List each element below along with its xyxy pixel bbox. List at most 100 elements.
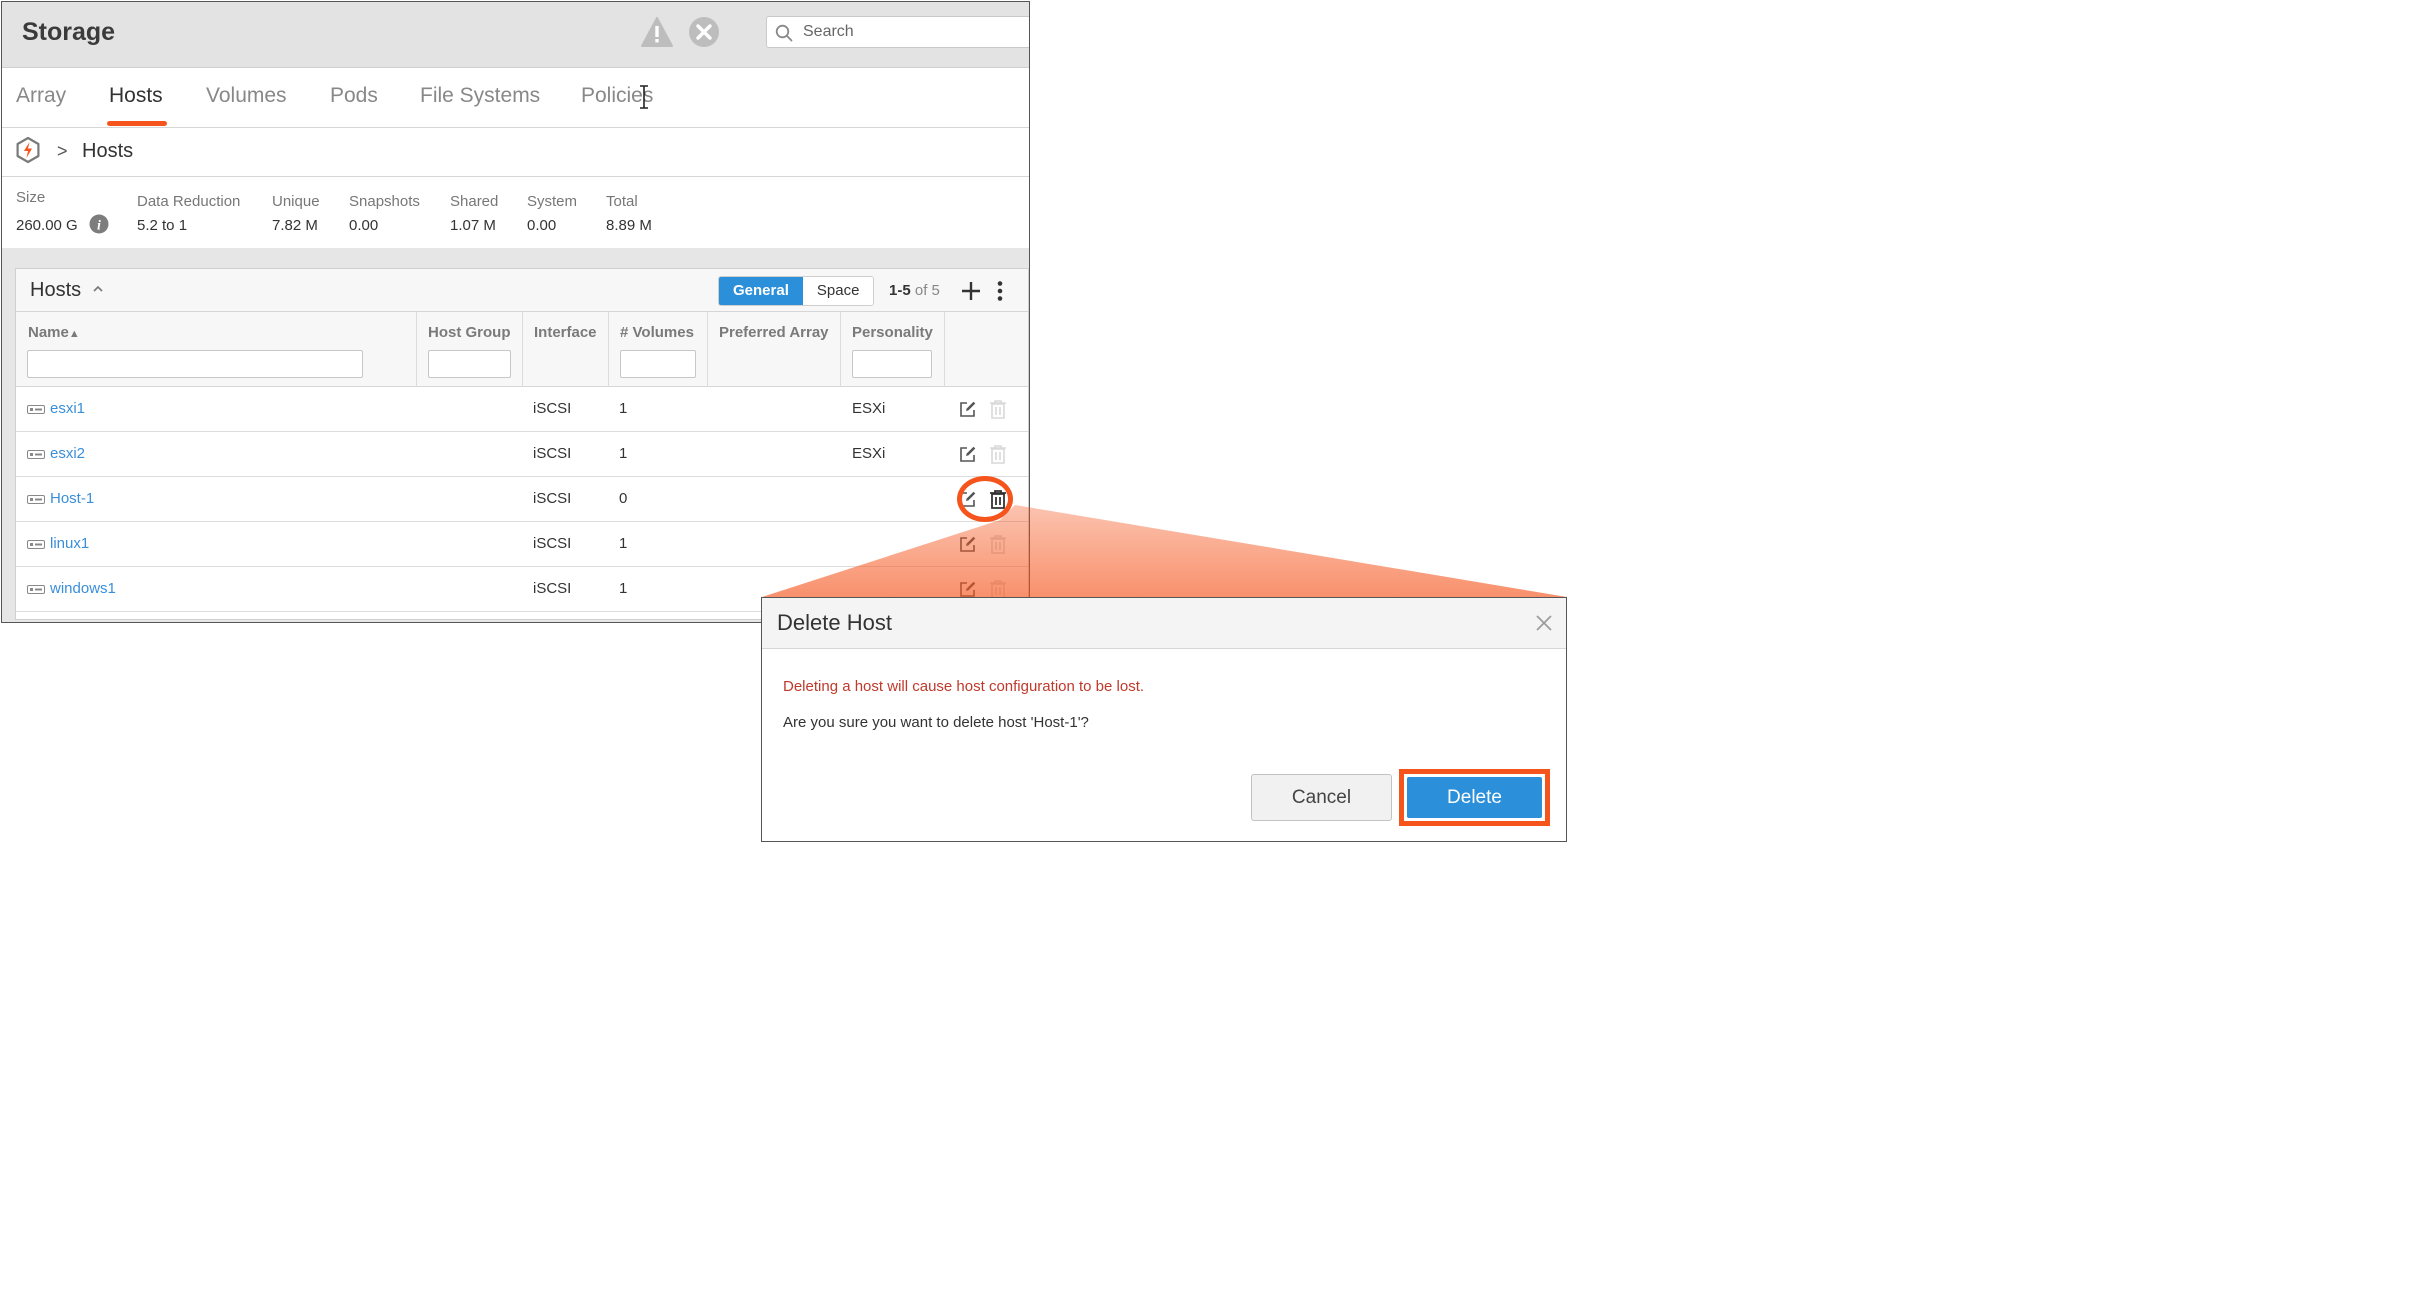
host-interface: iSCSI: [533, 490, 572, 507]
capacity-stats: Size 260.00 G Data Reduction 5.2 to 1 Un…: [2, 177, 1029, 248]
delete-host-dialog: Delete Host Deleting a host will cause h…: [761, 597, 1567, 842]
info-icon[interactable]: i: [89, 214, 109, 234]
host-volumes: 1: [619, 535, 628, 552]
host-icon: [27, 450, 45, 459]
host-name-link[interactable]: esxi1: [50, 400, 85, 417]
host-group-filter-input[interactable]: [428, 350, 511, 378]
chevron-up-icon[interactable]: [92, 283, 104, 295]
stat-size-value: 260.00 G: [16, 217, 78, 234]
text-cursor-icon: [640, 85, 648, 109]
personality-filter-input[interactable]: [852, 350, 932, 378]
svg-text:i: i: [97, 219, 101, 234]
edit-icon[interactable]: [959, 445, 977, 463]
table-header: Name▲ Host Group Interface # Volumes Pre…: [16, 312, 1028, 387]
stat-system-value: 0.00: [527, 217, 557, 234]
name-filter-input[interactable]: [27, 350, 363, 378]
tab-file-systems[interactable]: File Systems: [420, 84, 540, 108]
host-icon: [27, 585, 45, 594]
breadcrumb-current: Hosts: [82, 140, 134, 162]
pagination-info: 1-5 of 5: [889, 282, 940, 299]
general-view-button[interactable]: General: [719, 277, 803, 305]
stat-total-label: Total: [606, 193, 638, 210]
stat-total-value: 8.89 M: [606, 217, 652, 234]
stat-snapshots-label: Snapshots: [349, 193, 420, 210]
stat-unique-value: 7.82 M: [272, 217, 318, 234]
host-name-link[interactable]: windows1: [50, 580, 116, 597]
edit-icon[interactable]: [959, 400, 977, 418]
host-name-link[interactable]: linux1: [50, 535, 89, 552]
host-interface: iSCSI: [533, 580, 572, 597]
column-header-preferred-array[interactable]: Preferred Array: [719, 324, 829, 341]
host-interface: iSCSI: [533, 535, 572, 552]
column-header-volumes[interactable]: # Volumes: [620, 324, 694, 341]
stat-unique-label: Unique: [272, 193, 320, 210]
view-toggle: General Space: [718, 276, 875, 306]
stat-system-label: System: [527, 193, 578, 210]
delete-icon-highlight: [957, 476, 1013, 522]
hosts-panel-title: Hosts: [30, 279, 82, 301]
host-personality: ESXi: [852, 445, 886, 462]
volumes-filter-input[interactable]: [620, 350, 696, 378]
delete-icon[interactable]: [989, 579, 1007, 599]
host-volumes: 1: [619, 400, 628, 417]
close-circle-icon[interactable]: [688, 16, 720, 48]
host-interface: iSCSI: [533, 400, 572, 417]
header-bar: Storage: [2, 2, 1029, 68]
stat-snapshots-value: 0.00: [349, 217, 379, 234]
host-name-link[interactable]: esxi2: [50, 445, 85, 462]
column-header-personality[interactable]: Personality: [852, 324, 933, 341]
tab-bar: Array Hosts Volumes Pods File Systems Po…: [2, 68, 1029, 128]
array-logo-icon[interactable]: [14, 136, 42, 164]
dialog-title: Delete Host: [777, 610, 892, 635]
delete-icon[interactable]: [989, 444, 1007, 464]
pagination-total: of 5: [914, 282, 940, 299]
dialog-header: Delete Host: [762, 598, 1566, 649]
host-icon: [27, 540, 45, 549]
page-title: Storage: [22, 18, 116, 46]
dialog-warning-text: Deleting a host will cause host configur…: [783, 678, 1145, 695]
stat-size-label: Size: [16, 189, 46, 206]
delete-button[interactable]: Delete: [1407, 777, 1542, 818]
edit-icon[interactable]: [959, 580, 977, 598]
column-header-host-group[interactable]: Host Group: [428, 324, 511, 341]
tab-pods[interactable]: Pods: [330, 84, 378, 108]
storage-panel: Storage Array Hosts Volumes Pods File Sy…: [1, 1, 1030, 623]
column-header-interface[interactable]: Interface: [534, 324, 597, 341]
hosts-panel-header: Hosts General Space 1-5 of 5: [16, 269, 1028, 312]
search-input[interactable]: [803, 21, 1023, 43]
column-header-name[interactable]: Name▲: [28, 324, 80, 341]
add-host-icon[interactable]: [960, 280, 982, 302]
delete-icon[interactable]: [989, 399, 1007, 419]
table-row[interactable]: linux1 iSCSI 1: [16, 522, 1028, 567]
tab-volumes[interactable]: Volumes: [206, 84, 287, 108]
host-icon: [27, 495, 45, 504]
host-volumes: 1: [619, 580, 628, 597]
hosts-table-panel: Hosts General Space 1-5 of 5 Name▲ Host …: [15, 268, 1029, 620]
breadcrumb: > Hosts: [2, 128, 1029, 177]
host-volumes: 1: [619, 445, 628, 462]
alert-triangle-icon[interactable]: [640, 16, 674, 48]
close-icon[interactable]: [1535, 614, 1553, 632]
host-personality: ESXi: [852, 400, 886, 417]
cancel-button[interactable]: Cancel: [1251, 774, 1392, 821]
host-volumes: 0: [619, 490, 628, 507]
delete-icon[interactable]: [989, 534, 1007, 554]
dialog-question-text: Are you sure you want to delete host 'Ho…: [783, 714, 1089, 731]
edit-icon[interactable]: [959, 535, 977, 553]
stat-shared-value: 1.07 M: [450, 217, 496, 234]
space-view-button[interactable]: Space: [802, 277, 874, 305]
tab-hosts[interactable]: Hosts: [109, 84, 163, 108]
pagination-range: 1-5: [889, 282, 911, 299]
stat-data-reduction-value: 5.2 to 1: [137, 217, 188, 234]
active-tab-indicator: [107, 121, 167, 126]
host-name-link[interactable]: Host-1: [50, 490, 94, 507]
table-row[interactable]: esxi2 iSCSI 1 ESXi: [16, 432, 1028, 477]
breadcrumb-separator: >: [57, 141, 68, 161]
tab-array[interactable]: Array: [16, 84, 66, 108]
stat-shared-label: Shared: [450, 193, 499, 210]
more-options-icon[interactable]: [994, 280, 1006, 302]
table-row[interactable]: esxi1 iSCSI 1 ESXi: [16, 387, 1028, 432]
search-box[interactable]: [766, 16, 1029, 48]
table-row[interactable]: Host-1 iSCSI 0: [16, 477, 1028, 522]
host-interface: iSCSI: [533, 445, 572, 462]
